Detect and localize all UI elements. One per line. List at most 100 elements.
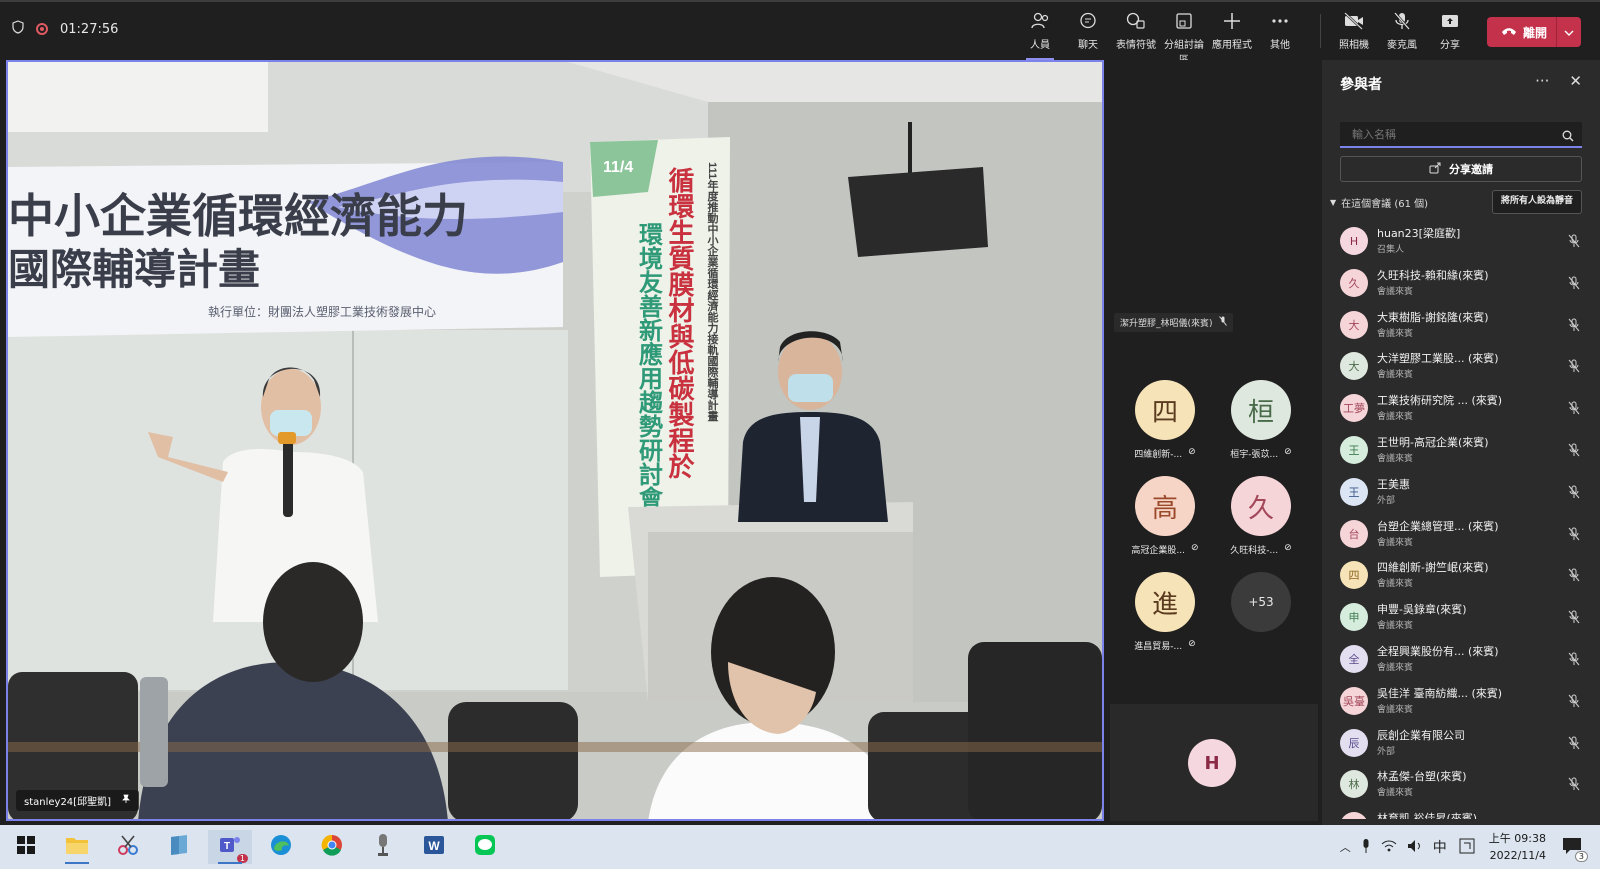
gallery-tile[interactable]: 四 四維創新-... ⊘ <box>1120 380 1210 460</box>
chat-button[interactable]: 聊天 <box>1064 12 1112 51</box>
mic-muted-icon[interactable] <box>1568 818 1580 819</box>
participant-row[interactable]: 四四維創新-謝竺岷(來賓) 會議來賓 <box>1332 555 1592 597</box>
mic-muted-icon[interactable] <box>1568 609 1580 628</box>
mic-muted-icon[interactable] <box>1568 484 1580 503</box>
mic-muted-icon[interactable] <box>1568 442 1580 461</box>
close-icon[interactable]: ✕ <box>1569 72 1582 90</box>
clock[interactable]: 上午 09:38 2022/11/4 <box>1489 830 1546 864</box>
search-input[interactable] <box>1350 127 1554 142</box>
participant-role: 會議來賓 <box>1377 621 1414 632</box>
self-view[interactable]: H <box>1110 704 1318 821</box>
participant-name: 吳佳洋 臺南紡織... (來賓) <box>1377 686 1503 700</box>
mic-muted-icon[interactable] <box>1568 735 1580 754</box>
speaker-video[interactable]: 中小企業循環經濟能力 國際輔導計畫 執行單位：財團法人塑膠工業技術發展中心 11… <box>6 60 1104 821</box>
overflow-count[interactable]: +53 <box>1231 572 1291 632</box>
mic-muted-icon[interactable] <box>1568 400 1580 419</box>
taskbar-app[interactable] <box>157 830 201 864</box>
microphone-button[interactable]: 麥克風 <box>1378 12 1426 51</box>
avatar: 辰 <box>1340 728 1368 757</box>
people-icon <box>1016 12 1064 32</box>
taskbar-app[interactable] <box>55 830 99 864</box>
reactions-icon <box>1112 12 1160 32</box>
notes-app-icon <box>168 834 190 860</box>
more-button[interactable]: 其他 <box>1256 12 1304 51</box>
participant-row[interactable]: 辰辰創企業有限公司 外部 <box>1332 723 1592 765</box>
mute-all-button[interactable]: 將所有人設為靜音 <box>1491 190 1582 214</box>
standee-title3: 111年度推動中小企業循環經濟能力接軌國際輔導計畫 <box>706 162 720 421</box>
mic-muted-icon[interactable] <box>1568 776 1580 795</box>
gallery-tile[interactable]: 高 高冠企業股... ⊘ <box>1120 476 1210 556</box>
avatar: 高 <box>1135 476 1195 536</box>
mic-muted-icon[interactable] <box>1568 567 1580 586</box>
taskbar-app[interactable] <box>463 830 507 864</box>
snipping-tool-icon <box>116 834 140 860</box>
overflow-tile[interactable]: +53 <box>1216 572 1306 632</box>
participant-row[interactable]: 林裕 林育凱 裕佳昇(來賓) <box>1332 806 1592 819</box>
mic-tray-icon[interactable] <box>1361 838 1371 857</box>
reactions-button[interactable]: 表情符號 <box>1112 12 1160 51</box>
breakout-rooms-button[interactable]: 分組討論區 <box>1160 12 1208 66</box>
participant-role: 會議來賓 <box>1377 286 1414 297</box>
participant-row[interactable]: 全全程興業股份有... (來賓) 會議來賓 <box>1332 639 1592 681</box>
participant-row[interactable]: 久久旺科技-賴和緣(來賓) 會議來賓 <box>1332 263 1592 305</box>
mic-muted-icon[interactable] <box>1568 317 1580 336</box>
wifi-icon[interactable] <box>1381 839 1397 856</box>
chevron-down-icon: ▼ <box>1330 197 1337 207</box>
participant-row[interactable]: 吳臺 吳佳洋 臺南紡織... (來賓) 會議來賓 <box>1332 681 1592 723</box>
ime-indicator[interactable]: 中 <box>1433 837 1447 857</box>
participant-row[interactable]: 林林孟傑-台塑(來賓) 會議來賓 <box>1332 764 1592 806</box>
mic-muted-icon[interactable] <box>1568 275 1580 294</box>
more-options-icon[interactable]: ··· <box>1535 72 1549 90</box>
standee-title1: 循環生質膜材與低碳製程於 <box>665 167 695 480</box>
participant-row[interactable]: 工夢 工業技術研究院 ... (來賓) 會議來賓 <box>1332 388 1592 430</box>
taskbar-app[interactable] <box>361 830 405 864</box>
participant-role: 會議來賓 <box>1377 453 1414 464</box>
participant-row[interactable]: 大大東樹脂-謝銘隆(來賓) 會議來賓 <box>1332 305 1592 347</box>
participant-row[interactable]: 申申豐-吳錄章(來賓) 會議來賓 <box>1332 597 1592 639</box>
leave-button[interactable]: 離開 <box>1487 17 1581 47</box>
avatar: 四 <box>1135 380 1195 440</box>
participant-row[interactable]: 王王美惠 外部 <box>1332 472 1592 514</box>
avatar: H <box>1340 227 1368 255</box>
pin-icon[interactable] <box>121 794 131 807</box>
gallery-tile[interactable]: 進 進昌貿易-... ⊘ <box>1120 572 1210 652</box>
notification-center-icon[interactable]: 3 <box>1562 837 1588 862</box>
taskbar-app[interactable]: T 1 <box>208 830 252 864</box>
search-icon[interactable] <box>1562 127 1574 146</box>
leave-options-chevron[interactable] <box>1556 17 1581 47</box>
mic-muted-icon[interactable] <box>1568 233 1580 252</box>
ime-mode-icon[interactable] <box>1459 838 1475 857</box>
gallery-tile[interactable]: 久 久旺科技-... ⊘ <box>1216 476 1306 556</box>
gallery-tile[interactable]: 桓 桓宇-張苡... ⊘ <box>1216 380 1306 460</box>
camera-button[interactable]: 照相機 <box>1330 12 1378 51</box>
share-invite-button[interactable]: 分享邀請 <box>1340 156 1582 182</box>
participant-name: 申豐-吳錄章(來賓) <box>1377 603 1467 617</box>
participant-row[interactable]: 大大洋塑膠工業股... (來賓) 會議來賓 <box>1332 346 1592 388</box>
participant-row[interactable]: 王王世明-高冠企業(來賓) 會議來賓 <box>1332 430 1592 472</box>
start-button[interactable] <box>4 830 48 864</box>
chevron-up-icon[interactable]: ︿ <box>1340 839 1351 855</box>
participant-role: 召集人 <box>1377 245 1405 255</box>
taskbar-app[interactable] <box>310 830 354 864</box>
mic-muted-icon[interactable] <box>1568 651 1580 670</box>
people-button[interactable]: 人員 <box>1016 12 1064 61</box>
participant-row[interactable]: 台台塑企業總管理... (來賓) 會議來賓 <box>1332 514 1592 556</box>
mic-muted-icon[interactable] <box>1568 693 1580 712</box>
search-field[interactable] <box>1340 122 1582 148</box>
taskbar-app[interactable]: W <box>412 830 456 864</box>
mic-muted-icon[interactable] <box>1568 526 1580 545</box>
volume-icon[interactable] <box>1407 839 1423 856</box>
mic-muted-icon <box>1218 316 1227 329</box>
participant-row[interactable]: Hhuan23[梁庭歡] 召集人 <box>1332 221 1592 263</box>
in-meeting-section[interactable]: ▼ 在這個會議 (61 個) 將所有人設為靜音 <box>1330 190 1582 214</box>
meeting-toolbar: 01:27:56 人員 聊天 表情符號 分組討論區 應用程式 其他 照相機 麥克… <box>0 0 1600 66</box>
apps-button[interactable]: 應用程式 <box>1208 12 1256 51</box>
taskbar-app[interactable] <box>259 830 303 864</box>
taskbar-app[interactable] <box>106 830 150 864</box>
leave-main[interactable]: 離開 <box>1487 24 1556 41</box>
avatar: 大 <box>1340 310 1368 339</box>
share-button[interactable]: 分享 <box>1426 12 1474 51</box>
mic-muted-icon[interactable] <box>1568 358 1580 377</box>
windows-logo-icon <box>17 836 35 858</box>
participant-role: 會議來賓 <box>1377 579 1414 590</box>
